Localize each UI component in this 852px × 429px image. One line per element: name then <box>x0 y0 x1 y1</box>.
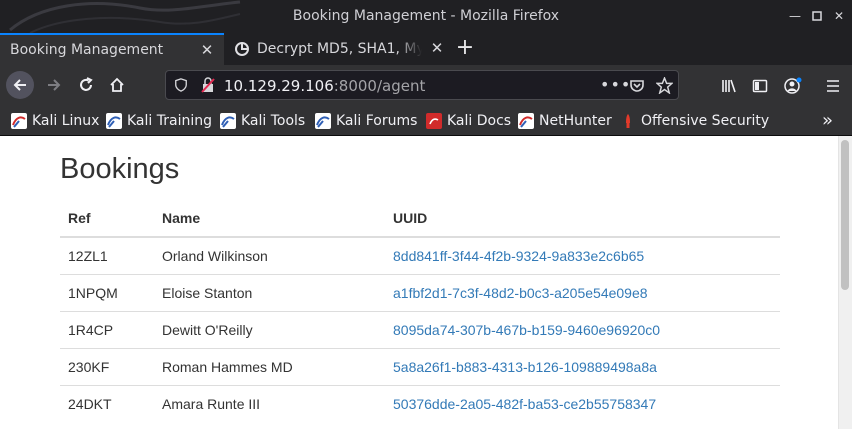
url-path: :8000/agent <box>333 77 426 95</box>
menu-icon[interactable] <box>825 78 841 94</box>
table-row: 24DKT Amara Runte III 50376dde-2a05-482f… <box>60 384 780 422</box>
reload-icon <box>80 77 93 91</box>
cell-ref: 12ZL1 <box>60 236 154 274</box>
pocket-icon[interactable] <box>629 78 645 94</box>
cell-uuid-link[interactable]: 8dd841ff-3f44-4f2b-9324-9a833e2c6b65 <box>385 236 780 274</box>
tab-close-icon[interactable]: ✕ <box>429 40 445 56</box>
close-window-icon[interactable]: ✕ <box>831 8 847 24</box>
forward-arrow-icon <box>48 79 61 91</box>
bookmark-label: Kali Training <box>127 113 212 129</box>
cell-ref: 1R4CP <box>60 310 154 348</box>
cell-uuid-link[interactable]: a1fbf2d1-7c3f-48d2-b0c3-a205e54e09e8 <box>385 273 780 311</box>
tab-label: Booking Management <box>10 42 164 58</box>
page-actions-icon[interactable]: ••• <box>600 75 631 94</box>
bookmark-kali-docs[interactable]: Kali Docs <box>426 112 511 130</box>
cell-name: Roman Hammes MD <box>154 347 385 385</box>
table-row: 1NPQM Eloise Stanton a1fbf2d1-7c3f-48d2-… <box>60 273 780 311</box>
kali-icon <box>11 113 27 129</box>
bookings-table: Ref Name UUID 12ZL1 Orland Wilkinson 8dd… <box>60 200 780 422</box>
tab-label: Decrypt MD5, SHA1, MySQL <box>257 41 422 57</box>
table-row: 12ZL1 Orland Wilkinson 8dd841ff-3f44-4f2… <box>60 236 780 274</box>
back-arrow-icon <box>13 79 26 91</box>
cell-name: Orland Wilkinson <box>154 236 385 274</box>
bookmark-offensive-security[interactable]: Offensive Security <box>620 112 769 130</box>
cell-name: Amara Runte III <box>154 384 385 422</box>
bookmark-label: Kali Docs <box>447 113 512 129</box>
navigation-toolbar: 10.129.29.106:8000/agent ••• <box>0 65 852 106</box>
page-scrollbar[interactable] <box>838 136 852 429</box>
url-text[interactable]: 10.129.29.106:8000/agent <box>224 77 425 95</box>
kali-icon <box>106 113 122 129</box>
tab-strip: Booking Management ✕ Decrypt MD5, SHA1, … <box>0 33 852 65</box>
maximize-icon[interactable] <box>809 8 825 24</box>
insecure-lock-icon[interactable] <box>200 77 216 93</box>
cell-name: Dewitt O'Reilly <box>154 310 385 348</box>
bookmark-kali-tools[interactable]: Kali Tools <box>220 112 305 130</box>
bookmark-kali-training[interactable]: Kali Training <box>106 112 212 130</box>
new-tab-icon[interactable]: + <box>452 37 478 61</box>
cell-uuid-link[interactable]: 8095da74-307b-467b-b159-9460e96920c0 <box>385 310 780 348</box>
cell-ref: 1NPQM <box>60 273 154 311</box>
url-host: 10.129.29.106 <box>224 77 334 95</box>
account-icon[interactable] <box>784 77 802 95</box>
home-button[interactable] <box>103 71 131 99</box>
bookmark-nethunter[interactable]: NetHunter <box>518 112 612 130</box>
tab-decrypt[interactable]: Decrypt MD5, SHA1, MySQL ✕ <box>225 33 447 65</box>
column-header-uuid: UUID <box>385 200 780 238</box>
bookmark-kali-linux[interactable]: Kali Linux <box>11 112 99 130</box>
window-titlebar: Booking Management - Mozilla Firefox — ✕ <box>0 0 852 33</box>
bookmark-label: Kali Linux <box>32 113 100 129</box>
table-header-row: Ref Name UUID <box>60 200 780 238</box>
offsec-icon <box>626 114 630 128</box>
forward-button[interactable] <box>40 71 68 99</box>
column-header-ref: Ref <box>60 200 154 238</box>
tab-booking-management[interactable]: Booking Management ✕ <box>0 33 224 65</box>
bookmark-label: NetHunter <box>539 113 612 129</box>
column-header-name: Name <box>154 200 385 238</box>
page-favicon-icon <box>235 42 249 56</box>
home-icon <box>110 77 124 92</box>
bookmark-label: Offensive Security <box>641 113 770 129</box>
kali-docs-icon <box>426 113 442 129</box>
cell-name: Eloise Stanton <box>154 273 385 311</box>
table-row: 230KF Roman Hammes MD 5a8a26f1-b883-4313… <box>60 347 780 385</box>
cell-ref: 24DKT <box>60 384 154 422</box>
reload-button[interactable] <box>72 71 100 99</box>
kali-icon <box>220 113 236 129</box>
sidebar-icon[interactable] <box>752 78 768 94</box>
page-title: Bookings <box>60 153 180 185</box>
cell-uuid-link[interactable]: 5a8a26f1-b883-4313-b126-109889498a8a <box>385 347 780 385</box>
kali-icon <box>518 113 534 129</box>
bookmark-star-icon[interactable] <box>656 77 673 94</box>
back-button[interactable] <box>6 71 34 99</box>
info-icon[interactable] <box>174 78 188 92</box>
bookmark-label: Kali Forums <box>336 113 418 129</box>
minimize-icon[interactable]: — <box>787 8 803 24</box>
tab-close-icon[interactable]: ✕ <box>199 42 215 58</box>
kali-icon <box>315 113 331 129</box>
table-row: 1R4CP Dewitt O'Reilly 8095da74-307b-467b… <box>60 310 780 348</box>
cell-uuid-link[interactable]: 50376dde-2a05-482f-ba53-ce2b55758347 <box>385 384 780 422</box>
library-icon[interactable] <box>721 78 737 94</box>
cell-ref: 230KF <box>60 347 154 385</box>
page-content: Bookings Ref Name UUID 12ZL1 Orland Wilk… <box>0 136 852 429</box>
bookmark-kali-forums[interactable]: Kali Forums <box>315 112 417 130</box>
scrollbar-thumb[interactable] <box>841 140 849 290</box>
bookmark-label: Kali Tools <box>241 113 306 129</box>
bookmarks-toolbar: Kali Linux Kali Training Kali Tools Kali… <box>0 106 852 136</box>
url-bar[interactable]: 10.129.29.106:8000/agent ••• <box>165 70 679 100</box>
bookmarks-overflow-icon[interactable]: » <box>822 110 833 131</box>
window-title: Booking Management - Mozilla Firefox <box>292 8 560 24</box>
